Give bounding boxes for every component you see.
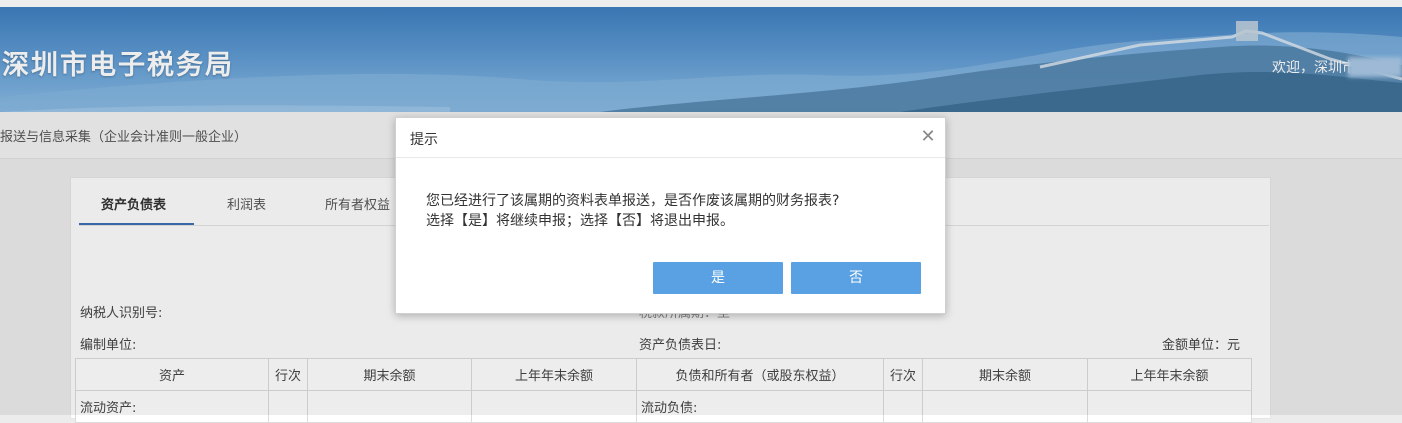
close-icon[interactable]: ✕ — [919, 128, 937, 146]
yes-button[interactable]: 是 — [653, 262, 783, 294]
dialog-header: 提示 ✕ — [396, 118, 945, 158]
dialog-title: 提示 — [410, 132, 438, 148]
dialog-message-line-1: 您已经进行了该属期的资料表单报送，是否作废该属期的财务报表? — [426, 193, 840, 209]
dialog-message: 您已经进行了该属期的资料表单报送，是否作废该属期的财务报表? 选择【是】将继续申… — [426, 191, 926, 231]
confirm-dialog: 提示 ✕ 您已经进行了该属期的资料表单报送，是否作废该属期的财务报表? 选择【是… — [395, 117, 946, 314]
no-button[interactable]: 否 — [791, 262, 921, 294]
dialog-message-line-2: 选择【是】将继续申报；选择【否】将退出申报。 — [426, 213, 734, 229]
